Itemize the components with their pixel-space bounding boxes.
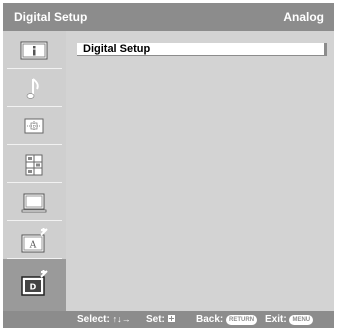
set-hint: Set: [146,314,175,325]
digital-badge-letter: D [30,283,37,292]
sidebar: A D [3,31,66,311]
select-hint: Select: ↑↓→ [77,314,131,325]
content-pane: Digital Setup [66,31,334,311]
select-label: Select: [77,314,110,325]
back-hint: Back: RETURN [196,314,258,325]
info-icon [20,41,48,60]
sidebar-item-picture[interactable] [3,107,66,145]
exit-hint: Exit: MENU [265,314,314,325]
sidebar-item-screen[interactable] [3,183,66,221]
set-label: Set: [146,314,165,325]
sidebar-item-sound[interactable] [3,69,66,107]
input-mode-label: Analog [283,10,324,24]
enter-button-icon [167,315,175,322]
title-bar: Digital Setup Analog [3,3,334,31]
sidebar-item-channel-setup[interactable] [3,145,66,183]
menu-title: Digital Setup [14,10,88,24]
return-key-icon: RETURN [226,315,258,325]
music-note-icon [26,78,39,99]
sidebar-item-info[interactable] [3,31,66,69]
digital-setup-icon: D [21,270,48,296]
menu-item-digital-setup[interactable]: Digital Setup [77,43,327,56]
picture-adjust-icon [24,118,44,134]
menu-key-icon: MENU [289,315,314,325]
analog-badge-letter: A [29,241,37,251]
help-bar: Select: ↑↓→ Set: Back: RETURN Exit: MENU [3,311,334,328]
screen-icon [21,193,47,213]
arrows-icon: ↑↓→ [112,314,131,324]
sidebar-item-analog-setup[interactable]: A [3,221,66,259]
exit-label: Exit: [265,314,287,325]
analog-setup-icon: A [21,228,48,253]
sidebar-item-digital-setup[interactable]: D [3,259,66,311]
back-label: Back: [196,314,224,325]
menu-window: Digital Setup Analog A D Digital Setup S… [3,3,334,328]
channel-setup-icon [25,154,43,176]
